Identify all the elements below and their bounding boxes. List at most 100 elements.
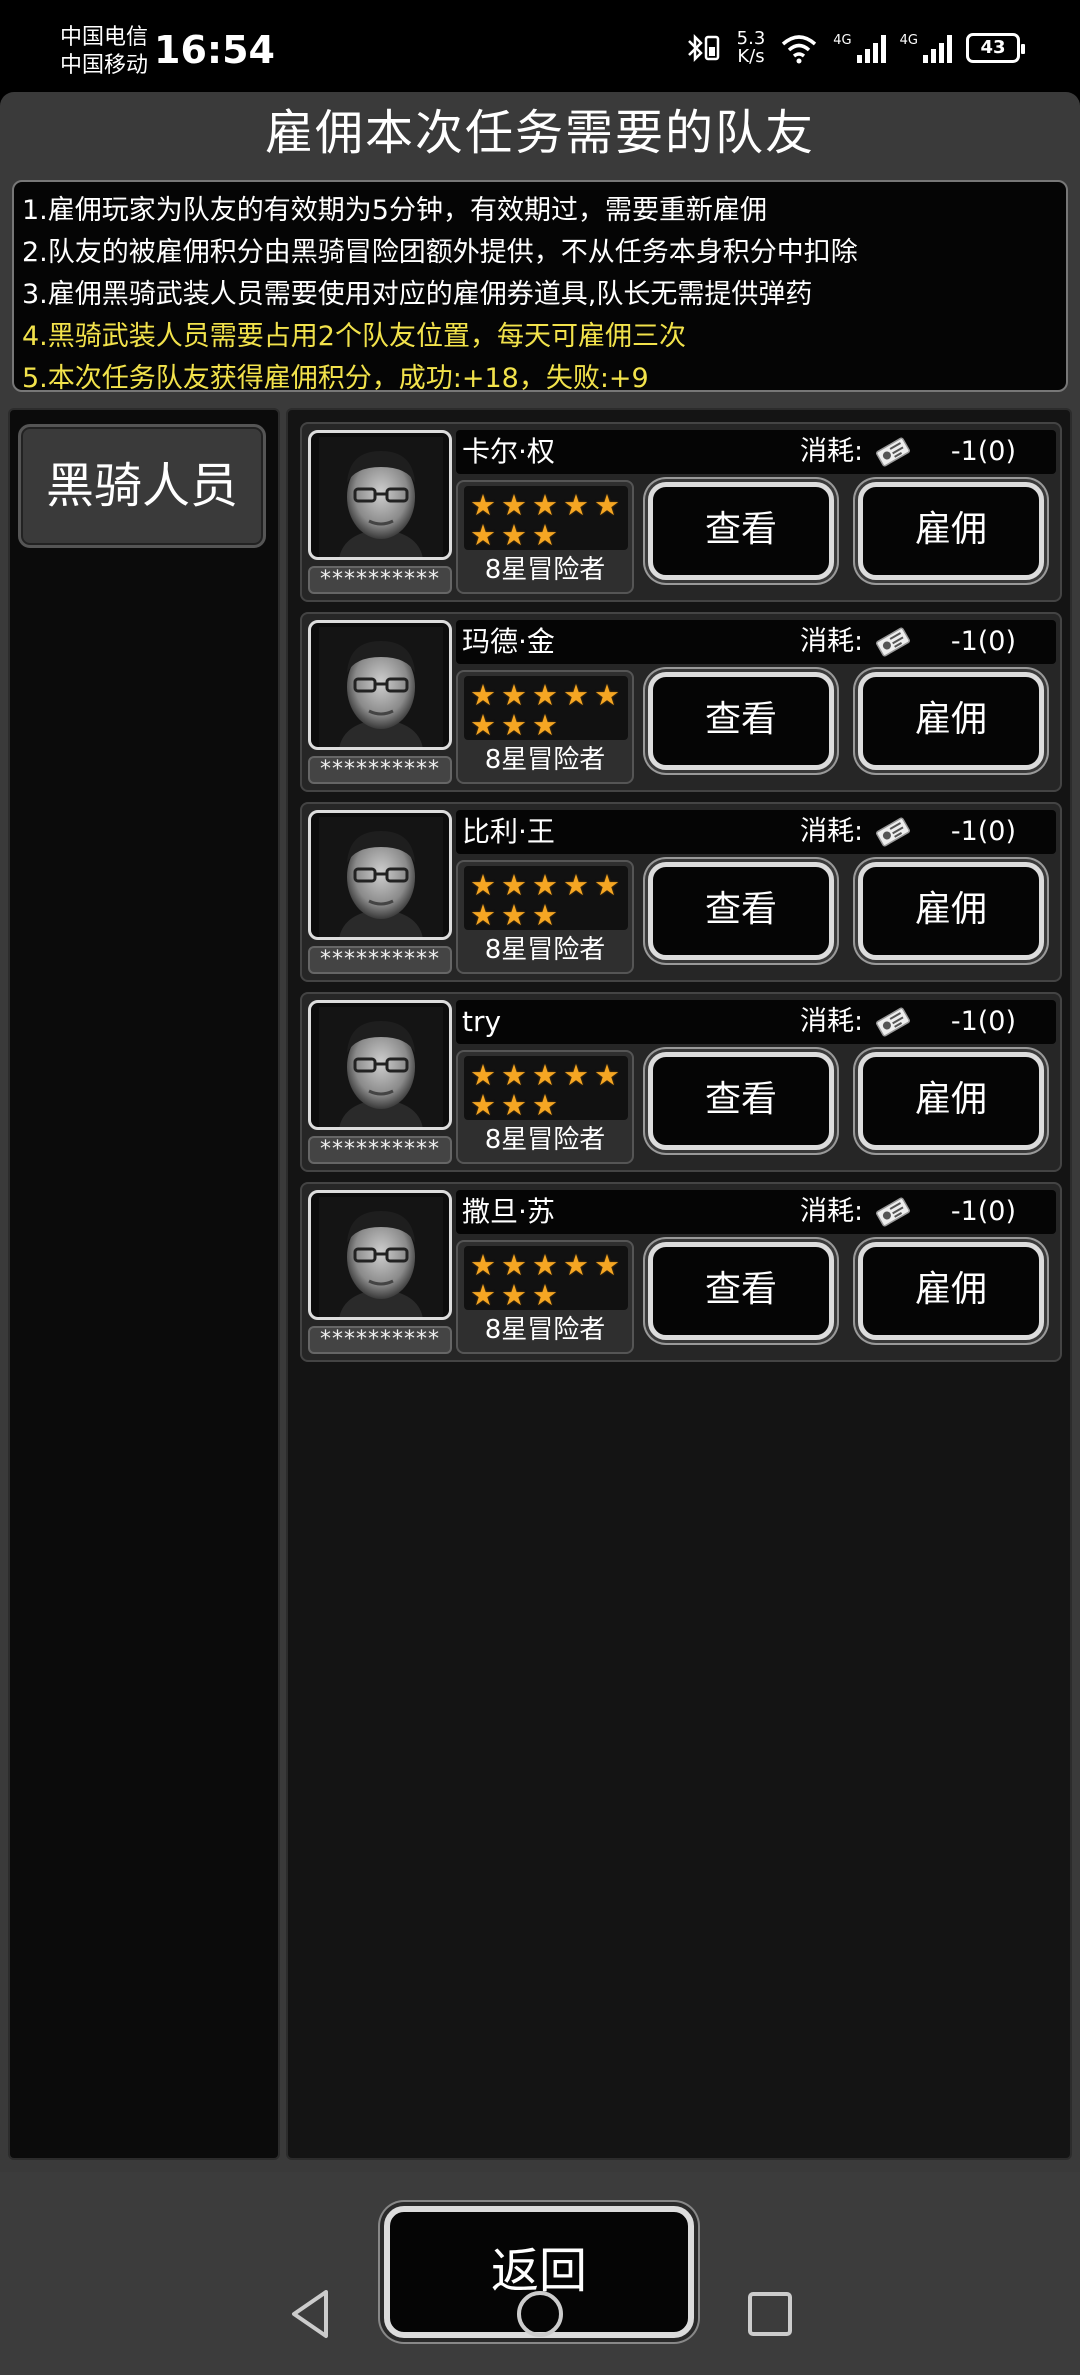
star-icon: ★ xyxy=(594,1058,620,1092)
rank-label: 8星冒险者 xyxy=(484,1125,606,1155)
member-card: ********** try 消耗: -1(0) ★★★★★★★★ xyxy=(300,992,1062,1172)
star-rating: ★ ★ ★ ★ ★ ★ ★ ★ xyxy=(464,676,628,740)
rule-line-highlight: 4.黑骑武装人员需要占用2个队友位置，每天可雇佣三次 xyxy=(22,321,686,352)
star-icon: ★ xyxy=(470,1248,496,1282)
signal-icon: 4G xyxy=(900,33,952,63)
net-speed-unit: K/s xyxy=(737,46,765,67)
category-sidebar: 黑骑人员 xyxy=(8,408,280,2160)
view-button[interactable]: 查看 xyxy=(648,1052,834,1150)
rule-line: 3.雇佣黑骑武装人员需要使用对应的雇佣券道具,队长无需提供弹药 xyxy=(22,279,813,310)
star-icon: ★ xyxy=(470,708,496,742)
rank-label: 8星冒险者 xyxy=(484,555,606,585)
star-icon: ★ xyxy=(470,488,496,522)
rules-box: 1.雇佣玩家为队友的有效期为5分钟，有效期过，需要重新雇佣 2.队友的被雇佣积分… xyxy=(12,180,1068,394)
rank-badge: ★ ★ ★ ★ ★ ★ ★ ★ 8星冒险者 xyxy=(456,860,634,974)
star-icon: ★ xyxy=(470,678,496,712)
hidden-id: ********** xyxy=(308,756,452,784)
star-rating: ★ ★ ★ ★ ★ ★ ★ ★ xyxy=(464,866,628,930)
signal-type-1: 4G xyxy=(833,33,852,48)
member-name: 卡尔·权 xyxy=(462,435,555,468)
star-icon: ★ xyxy=(532,1088,558,1122)
view-button[interactable]: 查看 xyxy=(648,482,834,580)
carrier-1: 中国电信 xyxy=(60,25,149,50)
hire-button[interactable]: 雇佣 xyxy=(858,672,1044,770)
portrait-avatar xyxy=(319,817,443,937)
member-list[interactable]: ********** 卡尔·权 消耗: -1(0) ★ ★ ★ ★ ★ ★ ★ ★ xyxy=(286,408,1072,2160)
star-rating: ★ ★ ★ ★ ★ ★ ★ ★ xyxy=(464,1056,628,1120)
star-icon: ★ xyxy=(563,868,589,902)
cost-label: 消耗: xyxy=(800,816,864,847)
carrier-2: 中国移动 xyxy=(60,53,149,78)
member-name: try xyxy=(462,1005,502,1038)
rank-label: 8星冒险者 xyxy=(484,935,606,965)
hidden-id: ********** xyxy=(308,566,452,594)
star-icon: ★ xyxy=(470,898,496,932)
cost-value: -1(0) xyxy=(950,626,1016,657)
rank-label: 8星冒险者 xyxy=(484,745,606,775)
star-icon: ★ xyxy=(563,488,589,522)
avatar[interactable] xyxy=(308,810,452,940)
star-icon: ★ xyxy=(594,488,620,522)
star-icon: ★ xyxy=(563,678,589,712)
avatar[interactable] xyxy=(308,1190,452,1320)
star-icon: ★ xyxy=(501,1278,527,1312)
member-name: 撒旦·苏 xyxy=(462,1195,555,1228)
name-bar: 玛德·金 消耗: -1(0) xyxy=(456,620,1056,664)
member-name: 玛德·金 xyxy=(462,625,555,658)
name-bar: 比利·王 消耗: -1(0) xyxy=(456,810,1056,854)
star-icon: ★ xyxy=(470,1088,496,1122)
avatar[interactable] xyxy=(308,620,452,750)
bottom-bar: 返回 xyxy=(0,2172,1080,2375)
signal-icon: 4G xyxy=(833,33,886,63)
rank-badge: ★ ★ ★ ★ ★ ★ ★ ★ 8星冒险者 xyxy=(456,1050,634,1164)
net-speed: 5.3 K/s xyxy=(737,30,766,66)
star-icon: ★ xyxy=(532,708,558,742)
rank-badge: ★ ★ ★ ★ ★ ★ ★ ★ 8星冒险者 xyxy=(456,480,634,594)
hidden-id: ********** xyxy=(308,1136,452,1164)
battery-icon: 43 xyxy=(966,33,1025,63)
hire-button[interactable]: 雇佣 xyxy=(858,1242,1044,1340)
star-icon: ★ xyxy=(532,1058,558,1092)
view-button[interactable]: 查看 xyxy=(648,862,834,960)
hire-button[interactable]: 雇佣 xyxy=(858,482,1044,580)
rank-badge: ★ ★ ★ ★ ★ ★ ★ ★ 8星冒险者 xyxy=(456,1240,634,1354)
hire-ticket-icon xyxy=(875,1007,911,1037)
bluetooth-icon xyxy=(687,33,719,63)
hire-ticket-icon xyxy=(875,627,911,657)
star-icon: ★ xyxy=(563,1248,589,1282)
star-icon: ★ xyxy=(470,518,496,552)
rule-line-highlight: 5.本次任务队友获得雇佣积分，成功:+18，失败:+9 xyxy=(22,363,649,394)
carrier-info: 中国电信 中国移动 xyxy=(60,24,148,80)
hire-button[interactable]: 雇佣 xyxy=(858,1052,1044,1150)
hire-ticket-icon xyxy=(875,817,911,847)
cost-label: 消耗: xyxy=(800,1196,864,1227)
star-icon: ★ xyxy=(470,1278,496,1312)
star-icon: ★ xyxy=(501,708,527,742)
star-icon: ★ xyxy=(594,678,620,712)
portrait-avatar xyxy=(319,1007,443,1127)
portrait-avatar xyxy=(319,1197,443,1317)
star-icon: ★ xyxy=(594,1248,620,1282)
view-button[interactable]: 查看 xyxy=(648,672,834,770)
avatar[interactable] xyxy=(308,430,452,560)
member-card: ********** 卡尔·权 消耗: -1(0) ★ ★ ★ ★ ★ ★ ★ ★ xyxy=(300,422,1062,602)
wifi-icon xyxy=(782,35,817,64)
star-icon: ★ xyxy=(501,1088,527,1122)
cost-label: 消耗: xyxy=(800,436,864,467)
name-bar: try 消耗: -1(0) xyxy=(456,1000,1056,1044)
star-icon: ★ xyxy=(532,488,558,522)
rank-badge: ★ ★ ★ ★ ★ ★ ★ ★ 8星冒险者 xyxy=(456,670,634,784)
star-icon: ★ xyxy=(501,518,527,552)
nav-home-icon[interactable] xyxy=(514,2288,566,2340)
category-tab-black-knight[interactable]: 黑骑人员 xyxy=(18,424,266,548)
view-button[interactable]: 查看 xyxy=(648,1242,834,1340)
avatar[interactable] xyxy=(308,1000,452,1130)
nav-back-icon[interactable] xyxy=(288,2288,332,2340)
star-icon: ★ xyxy=(470,868,496,902)
nav-recents-icon[interactable] xyxy=(746,2290,794,2338)
hire-panel: 雇佣本次任务需要的队友 1.雇佣玩家为队友的有效期为5分钟，有效期过，需要重新雇… xyxy=(0,92,1080,2172)
star-rating: ★ ★ ★ ★ ★ ★ ★ ★ xyxy=(464,1246,628,1310)
member-name: 比利·王 xyxy=(462,815,555,848)
star-rating: ★ ★ ★ ★ ★ ★ ★ ★ xyxy=(464,486,628,550)
hire-button[interactable]: 雇佣 xyxy=(858,862,1044,960)
